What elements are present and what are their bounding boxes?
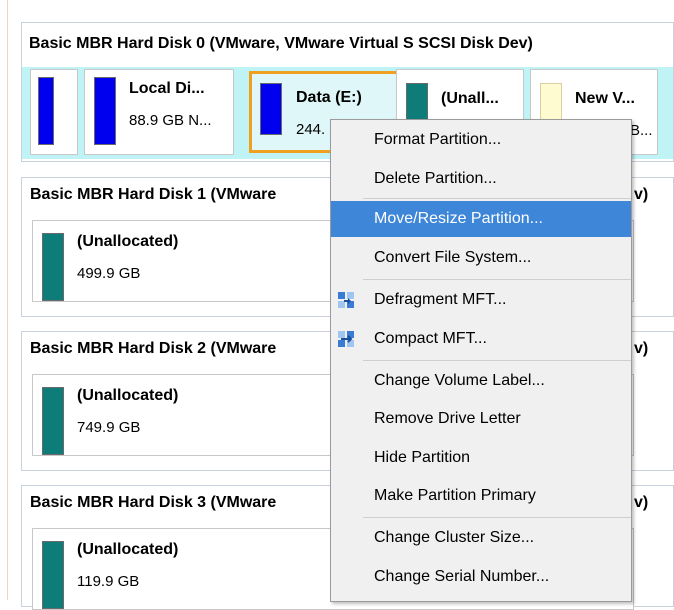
- menu-separator: [363, 198, 631, 199]
- menu-item-label: Defragment MFT...: [374, 291, 507, 308]
- menu-item-make-partition-primary[interactable]: Make Partition Primary: [331, 478, 631, 514]
- menu-separator: [363, 517, 631, 518]
- partition-bar: [38, 77, 54, 145]
- menu-separator: [363, 360, 631, 361]
- partition-bar: [94, 77, 116, 145]
- menu-separator: [363, 279, 631, 280]
- menu-item-label: Remove Drive Letter: [374, 410, 521, 427]
- menu-item-defragment-mft[interactable]: Defragment MFT...: [331, 282, 631, 318]
- partition-size: 499.9 GB: [77, 265, 141, 282]
- menu-item-label: Move/Resize Partition...: [374, 210, 543, 227]
- partition-tile-local[interactable]: Local Di... 88.9 GB N...: [84, 69, 234, 155]
- partition-name: Local Di...: [129, 80, 205, 97]
- menu-item-label: Delete Partition...: [374, 170, 497, 187]
- menu-item-label: Change Volume Label...: [374, 372, 545, 389]
- menu-item-format-partition[interactable]: Format Partition...: [331, 122, 631, 158]
- menu-item-compact-mft[interactable]: Compact MFT...: [331, 321, 631, 357]
- menu-item-delete-partition[interactable]: Delete Partition...: [331, 161, 631, 197]
- menu-item-change-cluster-size[interactable]: Change Cluster Size...: [331, 520, 631, 556]
- menu-item-remove-drive-letter[interactable]: Remove Drive Letter: [331, 401, 631, 437]
- partition-tile-system[interactable]: [30, 69, 78, 155]
- partition-size: 119.9 GB: [77, 573, 140, 590]
- partition-name: (Unallocated): [77, 541, 179, 558]
- compact-icon: [338, 331, 354, 347]
- menu-item-label: Convert File System...: [374, 249, 532, 266]
- partition-size: 749.9 GB: [77, 419, 141, 436]
- disk-title: Basic MBR Hard Disk 1 (VMware: [30, 186, 277, 203]
- partition-size: 88.9 GB N...: [129, 112, 212, 129]
- menu-item-label: Hide Partition: [374, 449, 471, 466]
- partition-bar: [42, 387, 64, 455]
- partition-name: (Unallocated): [77, 233, 179, 250]
- disk-title: Basic MBR Hard Disk 2 (VMware: [30, 340, 277, 357]
- defragment-icon: [338, 292, 354, 308]
- menu-item-convert-file-system[interactable]: Convert File System...: [331, 240, 631, 276]
- disk-title-tail: v): [634, 494, 649, 511]
- menu-item-change-serial-number[interactable]: Change Serial Number...: [331, 559, 631, 595]
- menu-item-label: Change Cluster Size...: [374, 529, 535, 546]
- menu-item-label: Format Partition...: [374, 131, 502, 148]
- menu-item-change-volume-label[interactable]: Change Volume Label...: [331, 363, 631, 399]
- disk-title: Basic MBR Hard Disk 3 (VMware: [30, 494, 277, 511]
- disk-title-tail: v): [634, 186, 649, 203]
- partition-size: B...: [630, 122, 653, 139]
- disk-title-tail: v): [634, 340, 649, 357]
- disk-title: Basic MBR Hard Disk 0 (VMware, VMware Vi…: [29, 35, 533, 52]
- menu-item-label: Change Serial Number...: [374, 568, 550, 585]
- partition-name: New V...: [575, 90, 635, 107]
- left-border: [0, 0, 8, 600]
- partition-name: (Unallocated): [77, 387, 179, 404]
- menu-item-label: Compact MFT...: [374, 330, 487, 347]
- partition-bar: [260, 83, 282, 135]
- partition-name: (Unall...: [441, 90, 499, 107]
- context-menu: Format Partition... Delete Partition... …: [330, 119, 632, 602]
- partition-size: 244.: [296, 121, 326, 138]
- menu-item-move-resize-partition[interactable]: Move/Resize Partition...: [331, 201, 631, 237]
- partition-bar: [42, 541, 64, 609]
- menu-item-label: Make Partition Primary: [374, 487, 536, 504]
- partition-name: Data (E:): [296, 89, 362, 106]
- partition-bar: [42, 233, 64, 301]
- menu-item-hide-partition[interactable]: Hide Partition: [331, 440, 631, 476]
